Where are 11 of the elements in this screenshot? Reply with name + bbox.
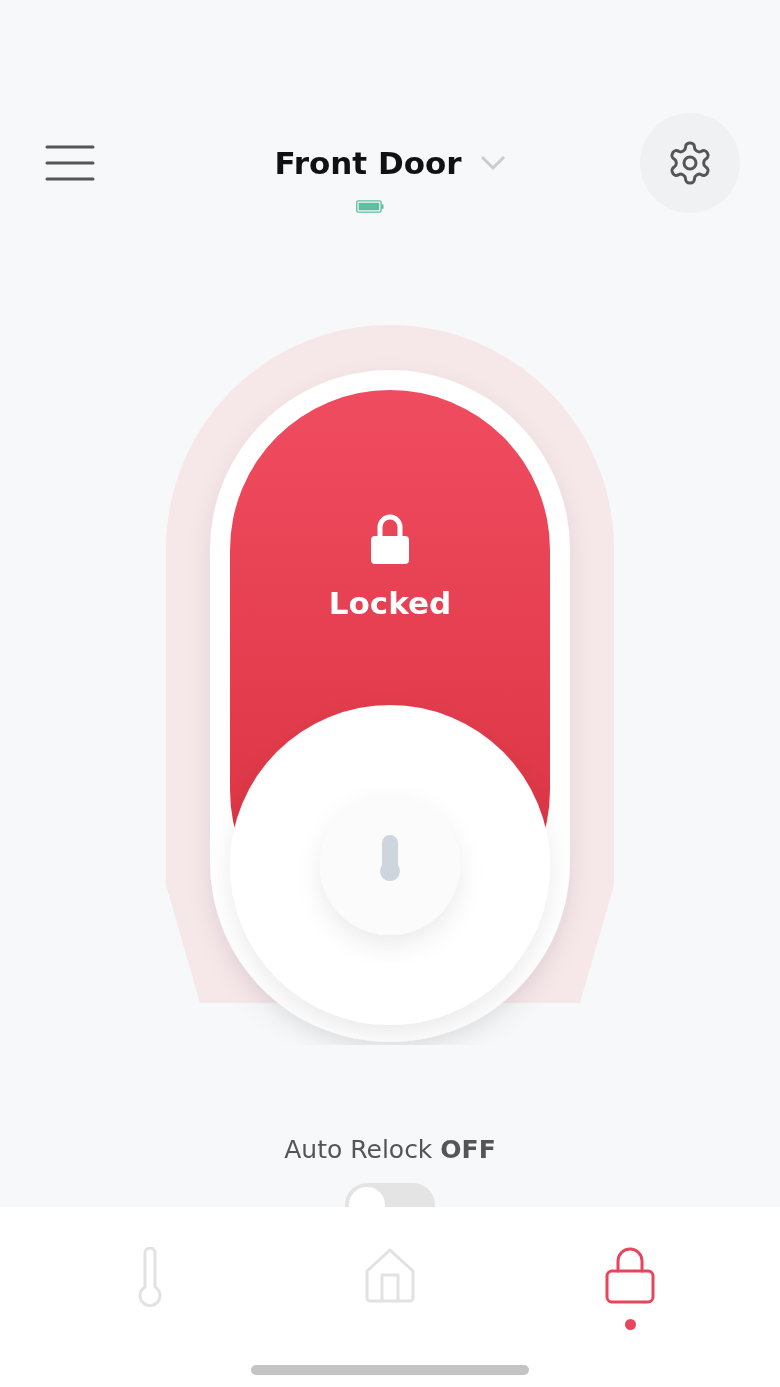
- auto-relock-label: Auto Relock OFF: [284, 1134, 496, 1166]
- device-selector[interactable]: Front Door: [234, 138, 506, 188]
- home-icon: [364, 1247, 416, 1303]
- padlock-icon: [370, 513, 410, 565]
- lock-button-drawing[interactable]: [166, 325, 614, 1045]
- chevron-down-icon: [479, 155, 506, 171]
- active-dot: [624, 1319, 636, 1330]
- auto-relock-toggle[interactable]: [345, 1183, 435, 1207]
- lock-status: Locked: [328, 585, 452, 621]
- menu-icon: [45, 144, 95, 182]
- lock-icon: [604, 1247, 656, 1305]
